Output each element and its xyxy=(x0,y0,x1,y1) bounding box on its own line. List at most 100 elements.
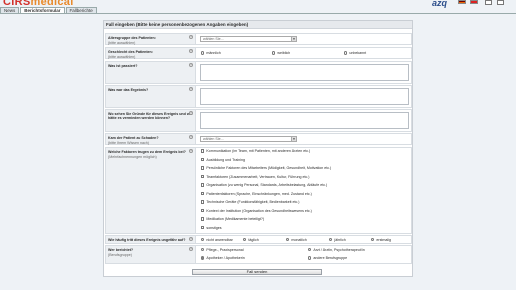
what-happened-label-text: Was ist passiert? xyxy=(108,64,138,68)
info-icon[interactable]: ? xyxy=(189,111,193,115)
age-label-text: Altersgruppe des Patienten: xyxy=(108,36,156,40)
factor-checkbox-team[interactable]: Teamfaktoren (Zusammenarbeit, Vertrauen,… xyxy=(201,175,309,180)
factor-label: Technische Geräte (Funktionsfähigkeit, B… xyxy=(206,200,300,204)
reporter-option-label: Arzt / Ärztin, Psychotherapeut/in xyxy=(313,247,365,252)
radio-icon[interactable] xyxy=(344,51,348,55)
age-select[interactable]: wählen Sie... ▼ xyxy=(200,36,297,42)
factor-label: Kontext der Institution (Organisation de… xyxy=(206,208,312,213)
checkbox-icon[interactable] xyxy=(201,200,205,204)
reporter-option-doctor[interactable]: Arzt / Ärztin, Psychotherapeut/in xyxy=(308,248,365,253)
factor-checkbox-organisation[interactable]: Organisation (zu wenig Personal, Standar… xyxy=(201,183,327,188)
reporter-option-label: Pflege-, Praxispersonal xyxy=(206,247,244,252)
info-icon[interactable]: ? xyxy=(189,149,193,153)
frequency-option-daily[interactable]: täglich xyxy=(243,238,259,243)
radio-icon[interactable] xyxy=(286,237,290,242)
checkbox-icon[interactable] xyxy=(201,208,205,213)
age-label: Altersgruppe des Patienten: (bitte auswä… xyxy=(106,34,196,45)
frequency-option-yearly[interactable]: jährlich xyxy=(329,238,346,243)
factor-label: Kommunikation (im Team, mit Patienten, m… xyxy=(206,149,311,153)
harm-label-text: Kam der Patient zu Schaden? xyxy=(108,136,159,140)
info-icon[interactable]: ? xyxy=(189,87,193,91)
reporter-option-other[interactable]: andere Berufsgruppe xyxy=(308,256,347,261)
info-icon[interactable]: ? xyxy=(189,35,193,39)
gender-option-male[interactable]: männlich xyxy=(201,51,221,56)
harm-select[interactable]: wählen Sie... ▼ xyxy=(200,136,297,142)
factor-checkbox-personal[interactable]: Persönliche Faktoren des Mitarbeiters (M… xyxy=(201,166,331,171)
radio-icon[interactable] xyxy=(201,237,205,242)
info-icon[interactable]: ? xyxy=(189,63,193,67)
swiss-flag-icon[interactable] xyxy=(470,0,478,4)
radio-icon[interactable] xyxy=(201,51,205,55)
reporter-label-hint: (Berufsgruppe) xyxy=(108,253,132,257)
gender-option-label: weiblich xyxy=(277,51,291,55)
radio-icon[interactable] xyxy=(329,237,333,242)
checkbox-icon[interactable] xyxy=(201,157,205,162)
checkbox-icon[interactable] xyxy=(201,166,205,170)
gender-option-label: unbekannt xyxy=(349,51,367,55)
gender-option-label: männlich xyxy=(206,51,221,55)
reporter-label-text: Wer berichtet? xyxy=(108,248,134,252)
factor-label: Organisation (zu wenig Personal, Standar… xyxy=(206,183,328,187)
azq-logo[interactable]: azq xyxy=(432,0,447,8)
radio-icon[interactable] xyxy=(308,247,312,252)
chevron-down-icon[interactable]: ▼ xyxy=(291,37,296,41)
submit-button[interactable]: Fall senden xyxy=(192,269,322,275)
reasons-textarea[interactable] xyxy=(200,112,409,129)
reasons-label: Wo sehen Sie Gründe für dieses Ereignis … xyxy=(106,110,196,131)
what-happened-textarea[interactable] xyxy=(200,64,409,81)
what-happened-row: Was ist passiert? ? xyxy=(105,61,412,84)
radio-icon[interactable] xyxy=(243,237,247,242)
checkbox-icon[interactable] xyxy=(201,191,205,196)
harm-label: Kam der Patient zu Schaden? (bitte Ihrem… xyxy=(106,134,196,145)
frequency-option-monthly[interactable]: monatlich xyxy=(286,238,307,243)
info-icon[interactable]: ? xyxy=(189,49,193,53)
header-divider xyxy=(0,13,516,14)
checkbox-icon[interactable] xyxy=(201,174,205,179)
frequency-option-first[interactable]: erstmalig xyxy=(371,238,391,243)
factors-label: Welche Faktoren trugen zu dem Ereignis b… xyxy=(106,148,196,233)
factor-label: Medikation (Medikamente beteiligt?) xyxy=(206,217,265,221)
german-flag-icon[interactable] xyxy=(458,0,466,4)
chevron-down-icon[interactable]: ▼ xyxy=(291,137,296,141)
factor-checkbox-medication[interactable]: Medikation (Medikamente beteiligt?) xyxy=(201,217,264,222)
reporter-option-pharmacist[interactable]: Apotheker / Apothekerin xyxy=(201,256,245,261)
checkbox-icon[interactable] xyxy=(201,149,205,153)
gender-label: Geschlecht des Patienten: (bitte auswähl… xyxy=(106,48,196,59)
checkbox-icon[interactable] xyxy=(201,225,205,230)
reasons-label-text: Wo sehen Sie Gründe für dieses Ereignis … xyxy=(108,112,193,120)
gender-option-unknown[interactable]: unbekannt xyxy=(344,51,366,56)
radio-icon[interactable] xyxy=(272,51,276,55)
harm-select-value: wählen Sie... xyxy=(203,137,224,141)
frequency-label-text: Wie häufig tritt dieses Ereignis ungefäh… xyxy=(108,238,186,242)
result-textarea[interactable] xyxy=(200,88,409,105)
reporter-option-nursing[interactable]: Pflege-, Praxispersonal xyxy=(201,248,244,253)
age-label-hint: (bitte auswählen) xyxy=(108,41,136,45)
factor-checkbox-patient[interactable]: Patientenfaktoren (Sprache, Einschränkun… xyxy=(201,192,312,197)
radio-icon[interactable] xyxy=(201,247,205,252)
report-form: Fall eingeben (Bitte keine personenbezog… xyxy=(103,20,413,277)
factor-checkbox-devices[interactable]: Technische Geräte (Funktionsfähigkeit, B… xyxy=(201,200,299,205)
frequency-option-label: erstmalig xyxy=(376,237,391,242)
reporter-label: Wer berichtet? (Berufsgruppe) ? xyxy=(106,246,196,263)
frequency-option-na[interactable]: nicht anwendbar xyxy=(201,238,233,243)
checkbox-icon[interactable] xyxy=(201,217,205,221)
factor-checkbox-context[interactable]: Kontext der Institution (Organisation de… xyxy=(201,209,312,214)
info-icon[interactable]: ? xyxy=(189,135,193,139)
radio-icon[interactable] xyxy=(371,237,375,242)
factors-label-text: Welche Faktoren trugen zu dem Ereignis b… xyxy=(108,150,186,154)
gender-option-female[interactable]: weiblich xyxy=(272,51,290,56)
radio-icon[interactable] xyxy=(308,256,312,260)
mail-icon[interactable] xyxy=(497,0,504,5)
factor-checkbox-communication[interactable]: Kommunikation (im Team, mit Patienten, m… xyxy=(201,149,310,154)
radio-selected-icon[interactable] xyxy=(201,256,205,260)
factor-label: sonstiges xyxy=(206,225,222,230)
age-select-value: wählen Sie... xyxy=(203,37,224,41)
checkbox-icon[interactable] xyxy=(201,183,205,187)
result-label: Was war das Ergebnis? ? xyxy=(106,86,196,107)
factor-checkbox-other[interactable]: sonstiges xyxy=(201,226,222,231)
factor-label: Patientenfaktoren (Sprache, Einschränkun… xyxy=(206,191,312,196)
info-icon[interactable]: ? xyxy=(189,247,193,251)
print-icon[interactable] xyxy=(485,0,492,5)
factor-checkbox-training[interactable]: Ausbildung und Training xyxy=(201,158,245,163)
info-icon[interactable]: ? xyxy=(189,237,193,241)
